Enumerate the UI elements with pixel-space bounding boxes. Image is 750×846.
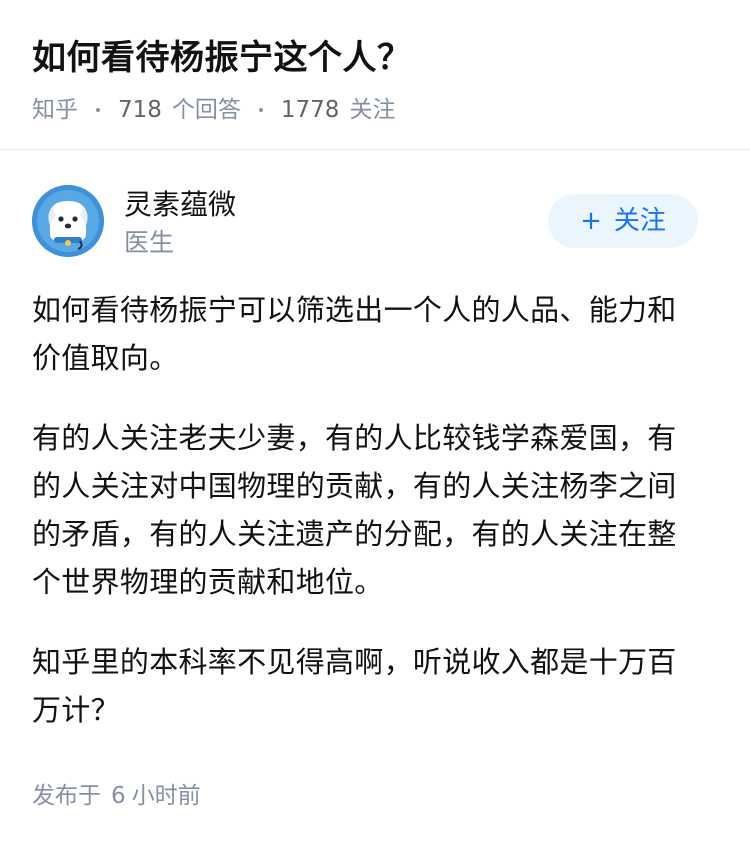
- question-header: 如何看待杨振宁这个人？ 知乎 718 个回答 1778 关注: [0, 0, 750, 150]
- author-name[interactable]: 灵素蕴微: [124, 186, 236, 224]
- answer-content: 如何看待杨振宁可以筛选出一个人的人品、能力和价值取向。 有的人关注老夫少妻，有的…: [32, 286, 704, 766]
- answer-paragraph: 如何看待杨振宁可以筛选出一个人的人品、能力和价值取向。: [32, 293, 677, 375]
- answer-paragraph: 有的人关注老夫少妻，有的人比较钱学森爱国，有的人关注对中国物理的贡献，有的人关注…: [32, 421, 677, 599]
- follow-count: 1778: [280, 97, 340, 123]
- follow-count-label: 关注: [349, 97, 396, 123]
- question-meta: 知乎 718 个回答 1778 关注: [32, 92, 395, 128]
- author-description: 医生: [124, 228, 175, 257]
- publish-time-prefix: 发布于: [32, 783, 101, 809]
- cartoon-dog-avatar-icon: [32, 185, 104, 257]
- follow-button[interactable]: + 关注: [548, 194, 698, 248]
- answer-paragraph: 知乎里的本科率不见得高啊，听说收入都是十万百万计？: [32, 645, 677, 727]
- publish-time-value: 6: [111, 783, 126, 809]
- avatar[interactable]: [32, 185, 104, 257]
- follow-button-label: 关注: [613, 206, 666, 236]
- publish-time-unit: 小时前: [131, 783, 201, 809]
- meta-separator-dot: [96, 108, 100, 112]
- author-row: 灵素蕴微 医生 + 关注: [0, 176, 750, 266]
- publish-time: 发布于 6 小时前: [32, 778, 201, 814]
- answers-count: 718: [118, 97, 162, 123]
- question-title[interactable]: 如何看待杨振宁这个人？: [32, 34, 412, 82]
- plus-icon: +: [580, 206, 602, 236]
- source-label[interactable]: 知乎: [32, 92, 78, 128]
- answers-label[interactable]: 个回答: [172, 92, 241, 128]
- meta-separator-dot: [258, 108, 263, 112]
